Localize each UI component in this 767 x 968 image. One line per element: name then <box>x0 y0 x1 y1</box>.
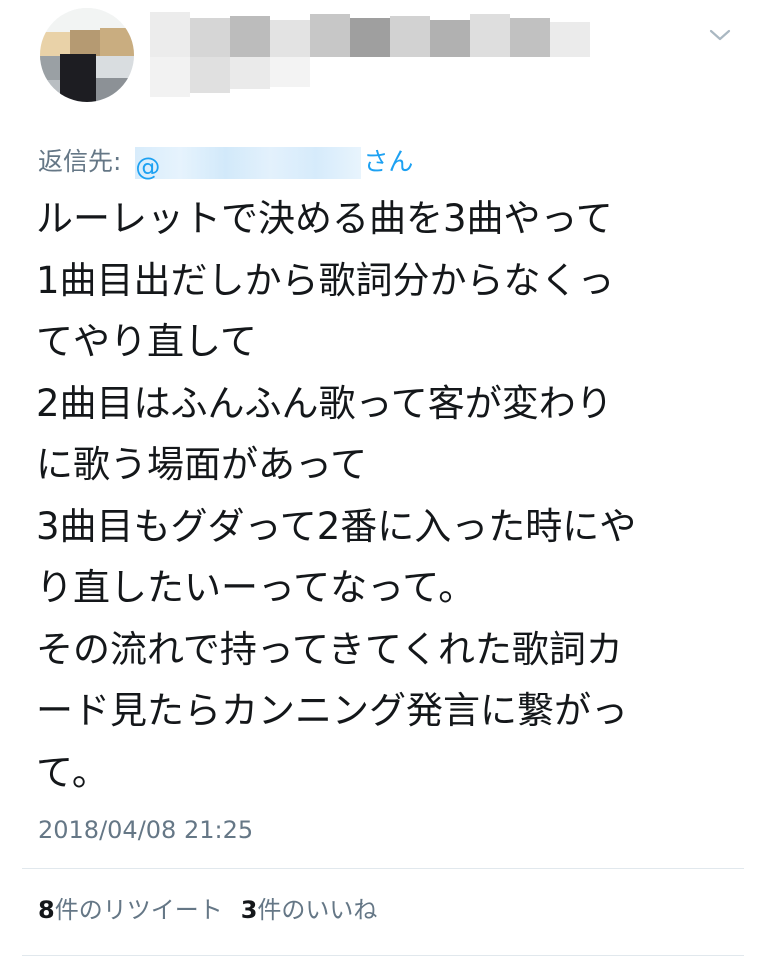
reply-context: 返信先: @ さん <box>38 142 413 182</box>
likes-label: 件のいいね <box>257 896 378 924</box>
tweet-text-line: ルーレットで決める曲を3曲やって <box>36 197 613 240</box>
avatar[interactable] <box>40 8 134 102</box>
tweet-text-line: ード見たらカンニング発言に繋がっ <box>36 689 628 732</box>
divider-top <box>22 868 744 869</box>
divider-bottom <box>22 955 744 956</box>
tweet-text-line: り直したいーってなって。 <box>36 566 476 609</box>
tweet-text-line: 3曲目もグダって2番に入った時にや <box>36 504 637 548</box>
tweet-text: ルーレットで決める曲を3曲やって 1曲目出だしから歌詞分からなくっ てやり直して… <box>36 188 736 803</box>
retweets-stat[interactable]: 8件のリツイート <box>38 896 223 924</box>
tweet-text-line: に歌う場面があって <box>36 443 368 486</box>
chevron-down-icon[interactable] <box>708 26 732 44</box>
retweets-label: 件のリツイート <box>54 896 223 924</box>
tweet-text-line: てやり直して <box>36 320 257 363</box>
tweet-text-line: て。 <box>36 750 109 794</box>
retweets-count: 8 <box>38 896 55 924</box>
reply-label: 返信先: <box>38 147 122 176</box>
tweet-text-line: その流れで持ってきてくれた歌詞カ <box>36 627 623 671</box>
tweet-text-line: 1曲目出だしから歌詞分からなくっ <box>36 258 615 302</box>
tweet-header <box>0 0 767 140</box>
tweet-text-line: 2曲目はふんふん歌って客が変わり <box>36 381 613 425</box>
display-name-blurred[interactable] <box>150 12 620 102</box>
reply-mention-suffix[interactable]: さん <box>363 147 413 176</box>
tweet-stats: 8件のリツイート 3件のいいね <box>38 892 377 928</box>
likes-stat[interactable]: 3件のいいね <box>241 896 378 924</box>
tweet-timestamp[interactable]: 2018/04/08 21:25 <box>38 812 253 848</box>
reply-mention-blurred[interactable]: @ <box>135 147 362 181</box>
likes-count: 3 <box>240 896 258 924</box>
